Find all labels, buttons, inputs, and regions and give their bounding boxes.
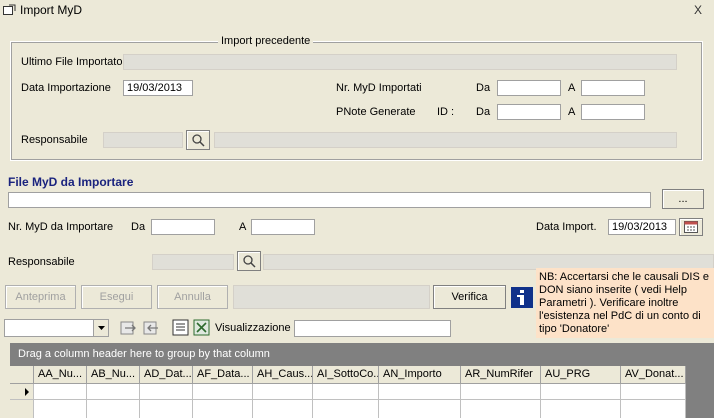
column-header[interactable]: AN_Importo	[379, 366, 461, 384]
status-field	[233, 285, 430, 309]
print-icon[interactable]	[172, 319, 189, 336]
row-indicator	[10, 384, 34, 400]
column-header[interactable]: AB_Nu...	[87, 366, 140, 384]
row-indicator	[10, 400, 34, 418]
esegui-button[interactable]: Esegui	[81, 285, 152, 309]
ultimo-file-label: Ultimo File Importato	[21, 56, 123, 68]
responsabile-prev-label: Responsabile	[21, 134, 88, 146]
importare-a-field[interactable]	[251, 219, 315, 235]
verifica-button[interactable]: Verifica	[433, 285, 506, 309]
column-header[interactable]: AD_Dat...	[140, 366, 193, 384]
pnote-a-field[interactable]	[581, 104, 645, 120]
importare-a-label: A	[239, 221, 247, 233]
file-path-input[interactable]	[8, 192, 651, 208]
grid-header: AA_Nu... AB_Nu... AD_Dat... AF_Data... A…	[10, 366, 686, 384]
pnote-a-label: A	[568, 106, 576, 118]
info-icon	[517, 290, 524, 305]
visualizzazione-label: Visualizzazione	[215, 322, 291, 334]
nr-myd-importati-label: Nr. MyD Importati	[336, 82, 422, 94]
responsabile-prev-code	[103, 132, 183, 148]
grid-corner	[10, 366, 34, 384]
anteprima-button[interactable]: Anteprima	[5, 285, 76, 309]
table-cell	[461, 400, 541, 418]
column-header[interactable]: AF_Data...	[193, 366, 253, 384]
column-header[interactable]: AV_Donat...	[621, 366, 686, 384]
table-cell	[621, 400, 686, 418]
importati-a-label: A	[568, 82, 576, 94]
row-pointer-icon	[25, 388, 29, 396]
table-cell	[34, 400, 87, 418]
table-cell[interactable]	[87, 384, 140, 400]
search-icon	[243, 255, 256, 268]
table-cell	[253, 400, 313, 418]
pnote-id-label: ID :	[437, 106, 455, 118]
importare-da-field[interactable]	[151, 219, 215, 235]
group-by-area[interactable]: Drag a column header here to group by th…	[10, 343, 714, 366]
browse-button[interactable]: ...	[662, 189, 704, 209]
close-icon[interactable]: X	[694, 3, 702, 17]
table-cell[interactable]	[193, 384, 253, 400]
table-cell[interactable]	[461, 384, 541, 400]
data-importazione-field[interactable]: 19/03/2013	[123, 80, 193, 96]
table-cell	[140, 400, 193, 418]
table-cell[interactable]	[253, 384, 313, 400]
window-title: Import MyD	[20, 3, 83, 17]
table-cell	[313, 400, 379, 418]
table-cell[interactable]	[34, 384, 87, 400]
table-row-empty	[10, 400, 686, 418]
title-bar	[0, 0, 714, 20]
responsabile-prev-search-button[interactable]	[186, 130, 210, 150]
layout-select-arrow[interactable]	[93, 320, 108, 336]
nb-note: NB: Accertarsi che le causali DIS e DON …	[536, 268, 714, 338]
responsabile-prev-name	[214, 132, 677, 148]
search-icon	[192, 134, 205, 147]
column-header[interactable]: AH_Caus...	[253, 366, 313, 384]
pnote-da-label: Da	[476, 106, 491, 118]
column-header[interactable]: AI_SottoCo...	[313, 366, 379, 384]
importati-da-label: Da	[476, 82, 491, 94]
data-importazione-label: Data Importazione	[21, 82, 111, 94]
app-icon	[3, 4, 16, 15]
table-cell[interactable]	[313, 384, 379, 400]
nr-da-importare-label: Nr. MyD da Importare	[8, 221, 114, 233]
importati-da-field[interactable]	[497, 80, 561, 96]
responsabile-code	[152, 254, 234, 270]
pnote-generate-label: PNote Generate	[336, 106, 416, 118]
table-cell	[379, 400, 461, 418]
data-import-label: Data Import.	[536, 221, 597, 233]
calendar-button[interactable]	[679, 218, 703, 236]
table-cell[interactable]	[541, 384, 621, 400]
calendar-icon	[684, 221, 698, 233]
table-cell[interactable]	[140, 384, 193, 400]
table-cell	[87, 400, 140, 418]
chevron-down-icon	[98, 326, 105, 330]
responsabile-label: Responsabile	[8, 256, 75, 268]
data-import-field[interactable]: 19/03/2013	[608, 219, 676, 235]
table-cell	[193, 400, 253, 418]
table-row[interactable]	[10, 384, 686, 400]
table-cell[interactable]	[621, 384, 686, 400]
info-button[interactable]	[511, 287, 533, 308]
column-header[interactable]: AA_Nu...	[34, 366, 87, 384]
excel-icon[interactable]	[193, 319, 210, 336]
importare-da-label: Da	[131, 221, 146, 233]
visualizzazione-input[interactable]	[294, 320, 451, 337]
annulla-button[interactable]: Annulla	[157, 285, 228, 309]
column-header[interactable]: AR_NumRifer	[461, 366, 541, 384]
file-section-title: File MyD da Importare	[8, 175, 134, 189]
import-icon[interactable]	[143, 320, 161, 336]
responsabile-search-button[interactable]	[237, 251, 261, 271]
ultimo-file-field	[123, 54, 677, 70]
importati-a-field[interactable]	[581, 80, 645, 96]
column-header[interactable]: AU_PRG	[541, 366, 621, 384]
pnote-da-field[interactable]	[497, 104, 561, 120]
export-icon[interactable]	[120, 320, 138, 336]
table-cell[interactable]	[379, 384, 461, 400]
group-legend: Import precedente	[218, 35, 314, 47]
table-cell	[541, 400, 621, 418]
